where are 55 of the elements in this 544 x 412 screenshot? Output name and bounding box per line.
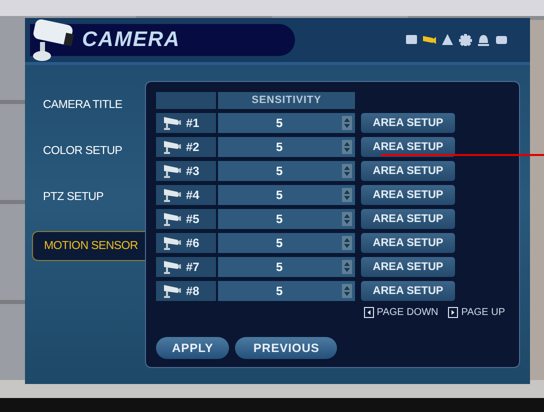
- window-title: CAMERA: [82, 28, 180, 52]
- settings-icon[interactable]: [459, 34, 472, 46]
- area-setup-button[interactable]: AREA SETUP: [361, 281, 455, 301]
- security-camera-icon: [162, 259, 182, 275]
- action-button[interactable]: APPLY: [156, 337, 230, 359]
- security-camera-icon: [162, 115, 182, 131]
- spinner-icon[interactable]: [342, 284, 352, 298]
- camera-number: #8: [186, 284, 200, 298]
- sensitivity-field[interactable]: 5: [218, 161, 355, 181]
- sensitivity-field[interactable]: 5: [218, 209, 355, 229]
- camera-number: #6: [186, 236, 200, 250]
- area-setup-button[interactable]: AREA SETUP: [361, 137, 455, 157]
- page-up-button[interactable]: PAGE UP: [448, 307, 505, 318]
- monitor-icon[interactable]: [405, 34, 418, 46]
- spinner-icon[interactable]: [342, 116, 352, 130]
- camera-number: #1: [186, 116, 200, 130]
- area-setup-button[interactable]: AREA SETUP: [361, 209, 455, 229]
- menu-item[interactable]: PTZ SETUP: [37, 185, 145, 209]
- spinner-icon[interactable]: [342, 236, 352, 250]
- sensitivity-field[interactable]: 5: [218, 113, 355, 133]
- sensitivity-field[interactable]: 5: [218, 281, 355, 301]
- sensitivity-field[interactable]: 5: [218, 233, 355, 253]
- camera-number: #5: [186, 212, 200, 226]
- page-down-button[interactable]: PAGE DOWN: [364, 307, 438, 318]
- column-header: SENSITIVITY: [218, 92, 355, 109]
- camera-number: #4: [186, 188, 200, 202]
- area-setup-button[interactable]: AREA SETUP: [361, 233, 455, 253]
- camera-number: #7: [186, 260, 200, 274]
- area-setup-button[interactable]: AREA SETUP: [361, 257, 455, 277]
- header-cell: [156, 92, 216, 109]
- camera-number: #3: [186, 164, 200, 178]
- security-camera-icon: [162, 283, 182, 299]
- security-camera-icon: [162, 235, 182, 251]
- sensitivity-field[interactable]: 5: [218, 185, 355, 205]
- area-setup-button[interactable]: AREA SETUP: [361, 113, 455, 133]
- spinner-icon[interactable]: [342, 260, 352, 274]
- action-button[interactable]: PREVIOUS: [235, 337, 338, 359]
- security-camera-icon: [162, 163, 182, 179]
- camera-number: #2: [186, 140, 200, 154]
- spinner-icon[interactable]: [342, 188, 352, 202]
- menu-item[interactable]: CAMERA TITLE: [37, 93, 145, 117]
- area-setup-button[interactable]: AREA SETUP: [361, 161, 455, 181]
- security-camera-icon: [162, 211, 182, 227]
- camera-icon[interactable]: [423, 34, 436, 46]
- spinner-icon[interactable]: [342, 212, 352, 226]
- bell-icon[interactable]: [477, 34, 490, 46]
- spinner-icon[interactable]: [342, 140, 352, 154]
- area-setup-button[interactable]: AREA SETUP: [361, 185, 455, 205]
- menu-item[interactable]: COLOR SETUP: [37, 139, 145, 163]
- sensitivity-field[interactable]: 5: [218, 257, 355, 277]
- security-camera-icon: [162, 139, 182, 155]
- menu-item[interactable]: MOTION SENSOR: [32, 231, 145, 261]
- spinner-icon[interactable]: [342, 164, 352, 178]
- sensitivity-field[interactable]: 5: [218, 137, 355, 157]
- security-camera-icon: [162, 187, 182, 203]
